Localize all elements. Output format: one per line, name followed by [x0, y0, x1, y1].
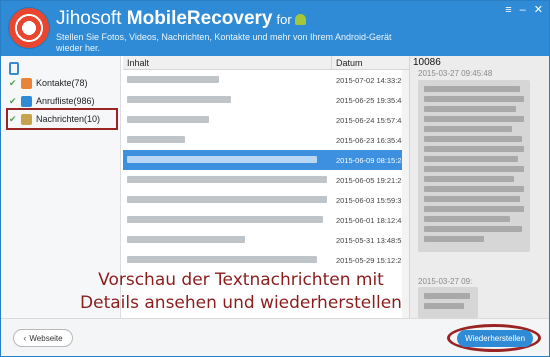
table-header: Inhalt Datum: [123, 56, 409, 70]
feature-caption: Vorschau der Textnachrichten mit Details…: [61, 269, 421, 315]
brand-name: Jihosoft: [56, 8, 127, 29]
brand-product: MobileRecovery: [126, 8, 273, 29]
sidebar-item-label: Nachrichten(10): [36, 114, 101, 124]
recover-button[interactable]: Wiederherstellen: [457, 330, 533, 347]
call-log-icon: [21, 95, 32, 107]
table-row[interactable]: 2015-05-29 15:12:28: [123, 250, 406, 270]
message-preview-text: [127, 256, 317, 263]
message-preview-text: [127, 236, 245, 243]
caption-line-1: Vorschau der Textnachrichten mit: [98, 270, 384, 290]
app-window: Jihosoft MobileRecovery for Stellen Sie F…: [0, 0, 550, 357]
message-date: 2015-06-24 15:57:48: [336, 116, 406, 125]
message-preview-text: [127, 156, 317, 163]
table-row[interactable]: 2015-06-25 19:35:48: [123, 90, 406, 110]
website-button[interactable]: ‹ Webseite: [13, 329, 73, 347]
message-preview-text: [127, 196, 327, 203]
message-date: 2015-05-29 15:12:28: [336, 256, 406, 265]
checkbox-checked-icon[interactable]: ✔: [9, 78, 17, 89]
message-detail-pane: 10086 2015-03-27 09:45:48 2015-03-27 09:: [409, 56, 549, 318]
sidebar-item-label: Kontakte(78): [36, 78, 88, 88]
message-date: 2015-06-03 15:59:31: [336, 196, 406, 205]
message-preview-text: [127, 76, 219, 83]
caption-line-2: Details ansehen und wiederherstellen: [80, 293, 402, 313]
message-preview-text: [127, 116, 209, 123]
app-subtitle: Stellen Sie Fotos, Videos, Nachrichten, …: [56, 32, 392, 53]
table-row[interactable]: 2015-06-01 18:12:43: [123, 210, 406, 230]
message-date: 2015-06-01 18:12:43: [336, 216, 406, 225]
window-controls: ≡ – ✕: [505, 4, 543, 16]
table-row[interactable]: 2015-06-05 19:21:27: [123, 170, 406, 190]
minimize-icon[interactable]: –: [520, 4, 526, 16]
brand-for: for: [276, 12, 292, 27]
close-icon[interactable]: ✕: [534, 4, 543, 16]
footer-bar: ‹ Webseite Wiederherstellen: [1, 318, 549, 356]
column-header-content[interactable]: Inhalt: [127, 58, 149, 68]
chevron-left-icon: ‹: [23, 333, 27, 343]
message-date: 2015-06-09 08:15:24: [336, 156, 406, 165]
table-row[interactable]: 2015-05-31 13:48:52: [123, 230, 406, 250]
table-row[interactable]: 2015-06-03 15:59:31: [123, 190, 406, 210]
message-timestamp: 2015-03-27 09:: [418, 277, 473, 286]
table-row[interactable]: 2015-07-02 14:33:29: [123, 70, 406, 90]
sender-number: 10086: [413, 57, 441, 68]
message-date: 2015-06-23 16:35:48: [336, 136, 406, 145]
app-title: Jihosoft MobileRecovery for: [56, 8, 306, 31]
message-preview-text: [127, 96, 231, 103]
table-row[interactable]: 2015-06-23 16:35:48: [123, 130, 406, 150]
menu-icon[interactable]: ≡: [505, 4, 511, 16]
table-row[interactable]: 2015-06-09 08:15:24: [123, 150, 406, 170]
message-bubble: [418, 80, 530, 252]
messages-icon: [21, 113, 32, 125]
website-button-label: Webseite: [29, 333, 63, 343]
lifebuoy-logo-icon: [9, 8, 49, 48]
sidebar-item-label: Anrufliste(986): [36, 96, 95, 106]
message-timestamp: 2015-03-27 09:45:48: [418, 69, 493, 78]
header-bar: Jihosoft MobileRecovery for Stellen Sie F…: [1, 1, 549, 56]
column-divider: [331, 56, 332, 70]
sidebar-item-contacts[interactable]: ✔ Kontakte(78): [9, 74, 88, 92]
message-date: 2015-05-31 13:48:52: [336, 236, 406, 245]
message-date: 2015-06-25 19:35:48: [336, 96, 406, 105]
sidebar-item-messages[interactable]: ✔ Nachrichten(10): [9, 110, 100, 128]
message-preview-text: [127, 136, 185, 143]
column-header-date[interactable]: Datum: [336, 58, 363, 68]
message-preview-text: [127, 176, 327, 183]
checkbox-checked-icon[interactable]: ✔: [9, 96, 17, 107]
message-date: 2015-07-02 14:33:29: [336, 76, 406, 85]
message-date: 2015-06-05 19:21:27: [336, 176, 406, 185]
android-icon: [294, 14, 306, 25]
message-bubble: [418, 287, 478, 318]
contacts-icon: [21, 77, 32, 89]
table-row[interactable]: 2015-06-24 15:57:48: [123, 110, 406, 130]
checkbox-checked-icon[interactable]: ✔: [9, 114, 17, 125]
message-preview-text: [127, 216, 323, 223]
